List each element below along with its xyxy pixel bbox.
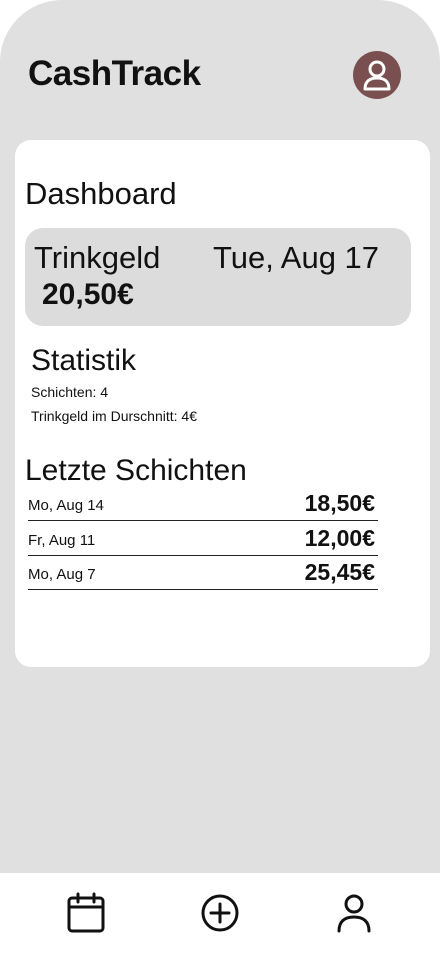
tip-amount: 20,50€ [42,278,134,311]
statistics-title: Statistik [31,344,137,377]
tip-date: Tue, Aug 17 [213,240,380,275]
calendar-button[interactable] [64,891,108,935]
shift-date: Mo, Aug 14 [28,497,104,514]
app-title: CashTrack [28,54,201,93]
user-icon [337,894,371,933]
dashboard-card: Dashboard Trinkgeld Tue, Aug 17 20,50€ S… [15,140,430,667]
shift-row[interactable]: Mo, Aug 14 18,50€ [28,486,378,521]
recent-shifts-title: Letzte Schichten [25,454,247,487]
shift-amount: 18,50€ [304,490,375,516]
bottom-nav [0,873,440,956]
shift-row[interactable]: Fr, Aug 11 12,00€ [28,521,378,556]
add-shift-button[interactable] [198,891,242,935]
shift-row[interactable]: Mo, Aug 7 25,45€ [28,555,378,590]
app-screen: CashTrack Dashboard Trinkgeld Tue, Aug 1… [0,0,440,956]
profile-avatar-button[interactable] [353,51,401,99]
shift-count: Schichten: 4 [31,384,109,400]
average-tip: Trinkgeld im Durschnitt: 4€ [31,408,197,424]
shift-amount: 25,45€ [304,559,375,585]
shift-date: Fr, Aug 11 [28,532,96,549]
shift-date: Mo, Aug 7 [28,566,96,583]
shift-amount: 12,00€ [304,525,375,551]
plus-circle-icon [201,894,239,932]
profile-button[interactable] [332,891,376,935]
dashboard-title: Dashboard [25,176,177,211]
calendar-icon [67,892,105,933]
today-tip-summary[interactable]: Trinkgeld Tue, Aug 17 20,50€ [25,228,411,326]
user-avatar-icon [363,60,391,91]
tip-label: Trinkgeld [34,240,161,275]
